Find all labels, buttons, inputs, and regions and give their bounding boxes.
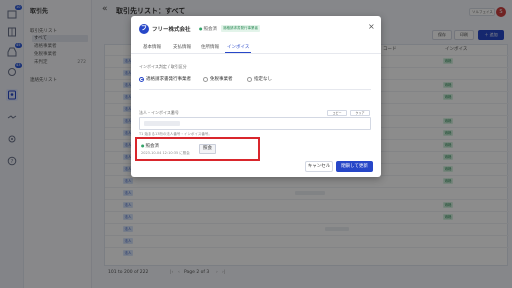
tab-invoice[interactable]: インボイス bbox=[227, 44, 249, 50]
tab-address-info[interactable]: 住所情報 bbox=[201, 44, 219, 50]
redacted-input-value bbox=[144, 121, 180, 126]
verification-status: 照会済 bbox=[199, 26, 218, 32]
radio-exempt[interactable]: 免税事業者 bbox=[203, 76, 233, 82]
company-name: フリー株式会社 bbox=[152, 27, 191, 33]
radio-indicator bbox=[139, 76, 144, 82]
radio-indicator bbox=[247, 76, 252, 82]
radio-label: 指定なし bbox=[254, 77, 272, 82]
radio-unspecified[interactable]: 指定なし bbox=[247, 76, 272, 82]
radio-label: 適格請求書発行事業者 bbox=[146, 77, 191, 82]
clear-button[interactable]: クリア bbox=[350, 110, 370, 116]
verification-result-box: 照会済 2023-10-04 12:10:35 に照会 照会 bbox=[135, 137, 260, 161]
section-divider bbox=[139, 89, 371, 90]
cancel-button[interactable]: キャンセル bbox=[305, 161, 333, 172]
radio-qualified[interactable]: 適格請求書発行事業者 bbox=[139, 76, 191, 82]
active-tab-indicator bbox=[225, 52, 251, 53]
number-field-label: 法人・インボイス番号 bbox=[139, 110, 179, 115]
tab-basic-info[interactable]: 基本情報 bbox=[143, 44, 161, 50]
company-logo: フ bbox=[139, 24, 149, 34]
result-status: 照会済 bbox=[141, 143, 160, 149]
invoice-number-input[interactable] bbox=[139, 117, 371, 130]
result-date: 2023-10-04 12:10:35 に照会 bbox=[141, 151, 190, 155]
copy-button[interactable]: コピー bbox=[327, 110, 347, 116]
radio-indicator bbox=[203, 76, 208, 82]
partner-detail-modal: フ フリー株式会社 照会済 適格請求書発行事業者 × 基本情報 支払情報 住所情… bbox=[131, 16, 381, 177]
tab-divider bbox=[131, 53, 381, 54]
radio-label: 免税事業者 bbox=[210, 77, 233, 82]
invoice-status-label: インボイス判定 / 取引区分 bbox=[139, 64, 187, 69]
save-button[interactable]: 閉鎖して更新 bbox=[336, 161, 373, 172]
close-icon[interactable]: × bbox=[368, 22, 375, 31]
tab-payment-info[interactable]: 支払情報 bbox=[173, 44, 191, 50]
qualified-issuer-badge: 適格請求書発行事業者 bbox=[221, 25, 260, 32]
reverify-button[interactable]: 照会 bbox=[199, 144, 216, 154]
